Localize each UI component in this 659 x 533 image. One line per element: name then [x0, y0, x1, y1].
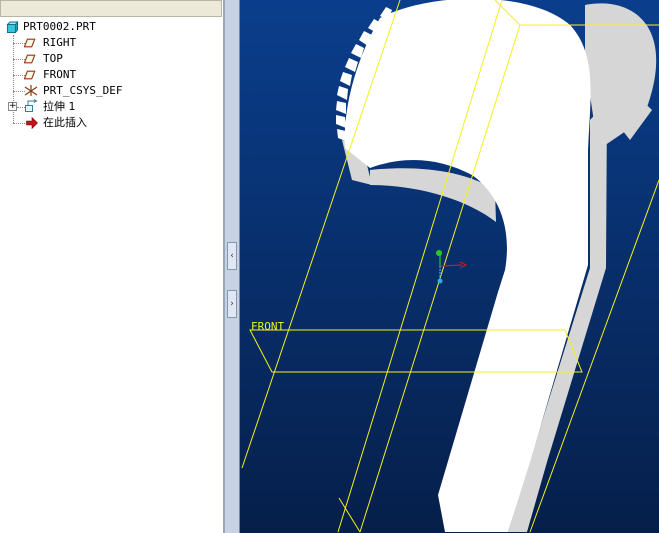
- panel-splitter[interactable]: ‹ ›: [224, 0, 240, 533]
- model-tree-panel: PRT0002.PRT RIGHT TOP FRONT PRT_CSYS_DEF…: [0, 0, 224, 533]
- tree-item-root[interactable]: PRT0002.PRT: [4, 19, 214, 35]
- tree-item-top[interactable]: TOP: [24, 51, 214, 67]
- tree-item-extrude[interactable]: + 拉伸 1: [8, 99, 214, 115]
- tree-item-insert-here[interactable]: 在此插入: [24, 115, 214, 131]
- insert-here-arrow-icon: [26, 117, 38, 129]
- coordinate-system-icon: [24, 85, 38, 96]
- tree-item-label: TOP: [43, 52, 63, 65]
- tree-item-label: 在此插入: [43, 116, 87, 129]
- collapse-panel-button[interactable]: ‹: [227, 242, 237, 270]
- tree-item-right[interactable]: RIGHT: [24, 35, 214, 51]
- tree-item-label: FRONT: [43, 68, 77, 81]
- model-tree-header: [0, 0, 222, 17]
- datum-plane-icon: [24, 70, 36, 80]
- tree-item-label: PRT0002.PRT: [23, 20, 96, 33]
- datum-plane-icon: [24, 38, 36, 48]
- tree-item-label: RIGHT: [43, 36, 77, 49]
- chevron-right-icon: ›: [230, 299, 234, 309]
- chevron-left-icon: ‹: [230, 251, 234, 261]
- tree-item-front[interactable]: FRONT: [24, 67, 214, 83]
- model-canvas[interactable]: FRONT: [240, 0, 659, 533]
- expand-toggle-glyph: +: [9, 101, 17, 111]
- extrude-feature-icon: [25, 99, 38, 112]
- tree-item-label: 拉伸 1: [43, 100, 76, 113]
- datum-plane-icon: [24, 54, 36, 64]
- expand-toggle[interactable]: +: [8, 102, 17, 111]
- graphics-viewport[interactable]: FRONT: [240, 0, 659, 533]
- datum-label-front: FRONT: [251, 320, 284, 333]
- part-icon: [6, 21, 18, 33]
- tree-item-csys[interactable]: PRT_CSYS_DEF: [24, 83, 214, 99]
- expand-panel-button[interactable]: ›: [227, 290, 237, 318]
- tree-item-label: PRT_CSYS_DEF: [43, 84, 123, 97]
